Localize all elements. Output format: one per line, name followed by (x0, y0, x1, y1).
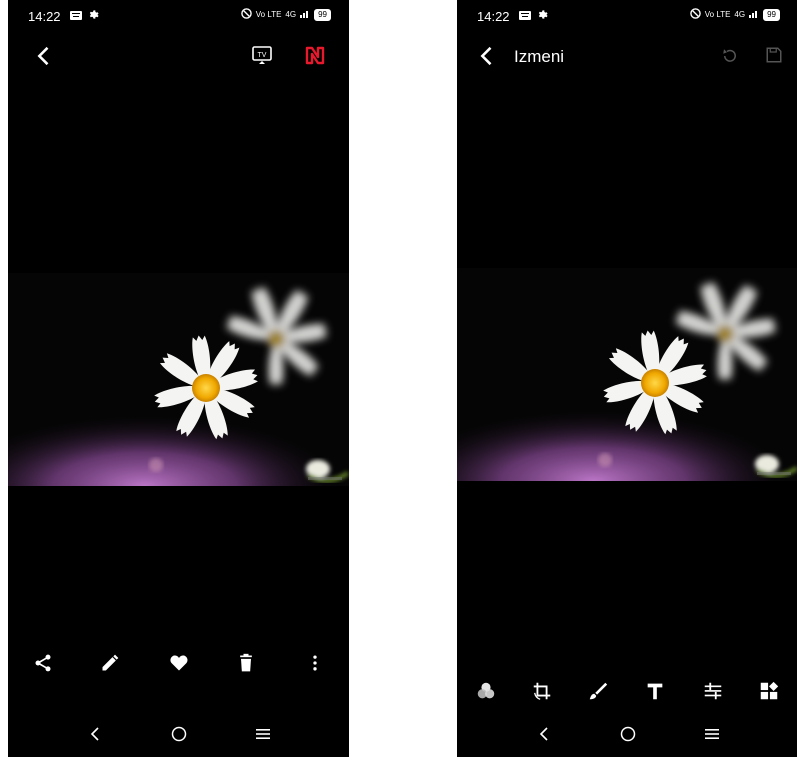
system-nav-bar (457, 719, 797, 749)
crop-rotate-icon[interactable] (527, 676, 557, 706)
keyboard-icon (519, 7, 531, 25)
brush-icon[interactable] (583, 676, 613, 706)
filter-circles-icon[interactable] (471, 676, 501, 706)
save-icon[interactable] (765, 46, 783, 69)
nav-menu-icon[interactable] (248, 719, 278, 749)
nav-back-icon[interactable] (529, 719, 559, 749)
svg-text:TV: TV (258, 52, 267, 59)
status-bar: 14:22 Vo LTE 4G 99 (8, 0, 349, 34)
nav-home-icon[interactable] (613, 719, 643, 749)
photo-image[interactable] (8, 273, 349, 486)
volte-label: Vo LTE (704, 10, 731, 19)
edit-pencil-icon[interactable] (95, 648, 125, 678)
cast-tv-icon[interactable]: TV (252, 45, 272, 70)
photo-editor-screen: 14:22 Vo LTE 4G 99 Izmeni (457, 0, 797, 757)
text-icon[interactable] (640, 676, 670, 706)
viewer-top-bar: TV (8, 38, 349, 78)
settings-gear-icon (88, 7, 99, 25)
adjust-sliders-icon[interactable] (698, 676, 728, 706)
status-time: 14:22 (28, 9, 61, 24)
viewer-action-bar (8, 648, 349, 680)
volte-label: Vo LTE (255, 10, 282, 19)
battery-indicator: 99 (314, 8, 331, 21)
network-label: 4G (285, 10, 297, 19)
undo-icon[interactable] (721, 47, 739, 70)
stickers-icon[interactable] (754, 676, 784, 706)
nav-back-icon[interactable] (80, 719, 110, 749)
photo-viewer-screen: 14:22 Vo LTE 4G 99 TV (8, 0, 349, 757)
editor-top-bar: Izmeni (457, 38, 797, 78)
keyboard-icon (70, 7, 82, 25)
network-label: 4G (734, 10, 746, 19)
status-bar: 14:22 Vo LTE 4G 99 (457, 0, 797, 34)
nfc-status-icon (689, 8, 701, 21)
favorite-heart-icon[interactable] (164, 648, 194, 678)
more-vert-icon[interactable] (300, 648, 330, 678)
signal-icon (749, 9, 759, 20)
nfc-status-icon (240, 8, 252, 21)
battery-indicator: 99 (763, 8, 780, 21)
nfc-logo-icon[interactable] (304, 44, 326, 71)
system-nav-bar (8, 719, 349, 749)
back-arrow-icon[interactable] (30, 42, 58, 70)
back-arrow-icon[interactable] (473, 42, 501, 70)
nav-home-icon[interactable] (164, 719, 194, 749)
status-time: 14:22 (477, 9, 510, 24)
signal-icon (300, 9, 310, 20)
share-icon[interactable] (28, 648, 58, 678)
nav-menu-icon[interactable] (697, 719, 727, 749)
delete-trash-icon[interactable] (231, 648, 261, 678)
editor-title: Izmeni (514, 47, 565, 66)
settings-gear-icon (537, 7, 548, 25)
photo-image[interactable] (457, 268, 797, 481)
editor-tool-bar (457, 676, 797, 708)
